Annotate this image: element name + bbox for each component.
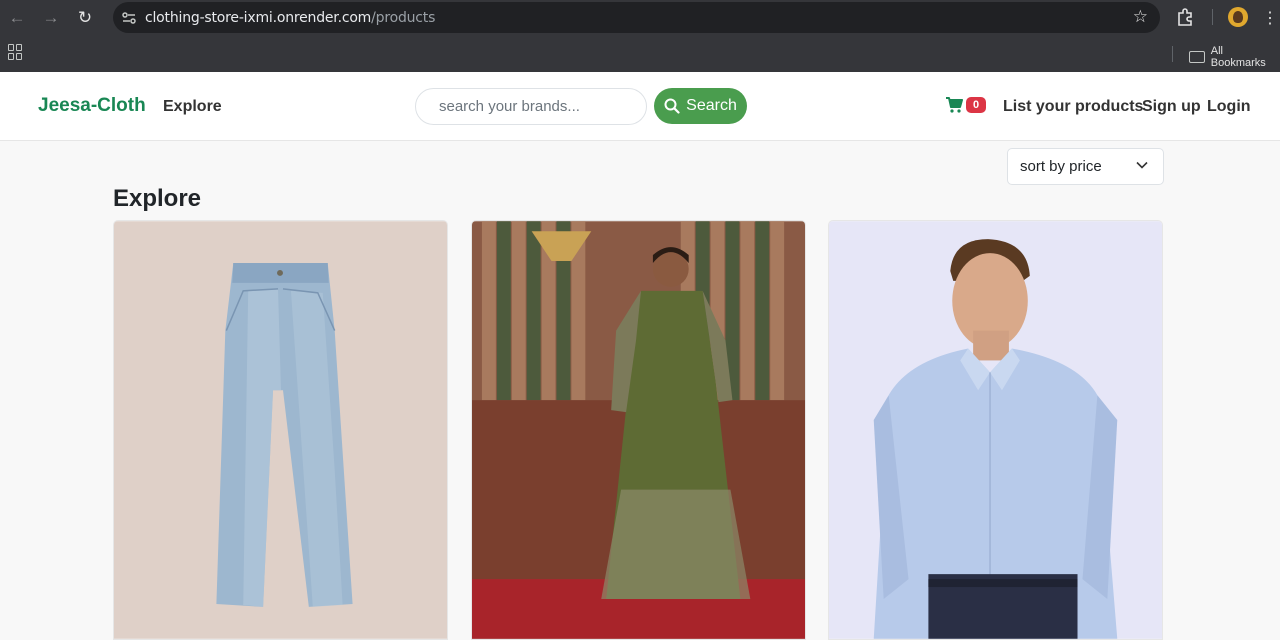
browser-menu-icon[interactable]: ⋮ bbox=[1262, 8, 1278, 28]
product-card-jeans[interactable] bbox=[113, 220, 448, 640]
product-image-dress bbox=[472, 221, 805, 639]
browser-chrome: ← → ↻ clothing-store-ixmi.onrender.com/p… bbox=[0, 0, 1280, 72]
search-button[interactable]: Search bbox=[654, 88, 747, 124]
reload-icon[interactable]: ↻ bbox=[68, 1, 102, 35]
product-card-dress[interactable] bbox=[471, 220, 806, 640]
list-products-link[interactable]: List your products bbox=[1003, 98, 1143, 116]
cart-icon bbox=[946, 97, 963, 113]
all-bookmarks-label: All Bookmarks bbox=[1210, 45, 1266, 69]
product-image-shirt bbox=[829, 221, 1162, 639]
sort-select-value: sort by price bbox=[1020, 158, 1102, 175]
signup-link[interactable]: Sign up bbox=[1142, 98, 1201, 116]
login-link[interactable]: Login bbox=[1207, 98, 1251, 116]
bookmarks-divider bbox=[1172, 46, 1173, 62]
address-bar[interactable]: clothing-store-ixmi.onrender.com/product… bbox=[113, 2, 1160, 33]
brand-search-input[interactable] bbox=[415, 88, 647, 125]
bookmark-star-icon[interactable]: ☆ bbox=[1133, 7, 1148, 27]
url-text[interactable]: clothing-store-ixmi.onrender.com/product… bbox=[145, 10, 435, 26]
extensions-icon[interactable] bbox=[1174, 6, 1196, 28]
search-icon bbox=[664, 98, 680, 114]
cart-link[interactable]: 0 bbox=[945, 96, 987, 114]
folder-icon bbox=[1189, 51, 1205, 63]
url-host: clothing-store-ixmi.onrender.com bbox=[145, 9, 372, 26]
brand-logo-link[interactable]: Jeesa-Cloth bbox=[38, 95, 146, 117]
product-card-shirt[interactable] bbox=[828, 220, 1163, 640]
toolbar-divider bbox=[1212, 9, 1213, 25]
sort-by-price-select[interactable]: sort by price bbox=[1007, 148, 1164, 185]
url-path: /products bbox=[371, 9, 436, 26]
search-button-label: Search bbox=[686, 97, 737, 114]
page-title: Explore bbox=[113, 185, 202, 212]
bookmarks-bar: All Bookmarks bbox=[0, 36, 1280, 72]
forward-icon[interactable]: → bbox=[34, 1, 68, 35]
chevron-down-icon bbox=[1136, 161, 1148, 169]
nav-explore-link[interactable]: Explore bbox=[163, 98, 222, 116]
site-settings-icon[interactable] bbox=[113, 2, 145, 33]
product-image-jeans bbox=[114, 221, 447, 639]
back-icon[interactable]: ← bbox=[0, 1, 34, 35]
site-navbar: Jeesa-Cloth Explore Search 0 List your p… bbox=[0, 72, 1280, 141]
profile-avatar[interactable] bbox=[1228, 7, 1248, 27]
all-bookmarks[interactable]: All Bookmarks bbox=[1189, 45, 1280, 69]
cart-count-badge: 0 bbox=[966, 97, 987, 113]
apps-grid-icon[interactable] bbox=[8, 44, 24, 60]
